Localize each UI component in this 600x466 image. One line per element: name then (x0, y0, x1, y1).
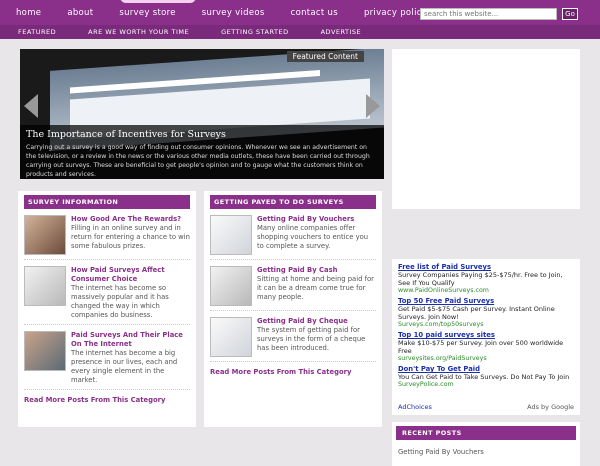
read-more-link[interactable]: Read More Posts From This Category (24, 396, 190, 404)
survey-information-column: SURVEY INFORMATION How Good Are The Rewa… (18, 191, 196, 427)
main-nav: home about survey store survey videos co… (10, 7, 433, 19)
read-more-link[interactable]: Read More Posts From This Category (210, 368, 376, 376)
post-title[interactable]: How Paid Surveys Affect Consumer Choice (71, 266, 190, 284)
nav-survey-store[interactable]: survey store (113, 7, 181, 19)
post-thumbnail[interactable] (210, 266, 252, 306)
list-item: Getting Paid By Vouchers Many online com… (210, 215, 376, 260)
featured-caption: The Importance of Incentives for Surveys… (20, 125, 384, 179)
ad-item: Top 10 paid surveys sites Make $10-$75 p… (398, 331, 574, 362)
ad-text: Make $10-$75 per Survey. Join over 500 w… (398, 339, 564, 355)
featured-title[interactable]: The Importance of Incentives for Surveys (26, 129, 378, 140)
post-thumbnail[interactable] (210, 215, 252, 255)
ad-item: Free list of Paid Surveys Survey Compani… (398, 263, 574, 294)
slider-prev-arrow-icon[interactable] (24, 94, 38, 118)
ad-text: You Can Get Paid to Take Surveys. Do Not… (398, 373, 570, 381)
post-title[interactable]: How Good Are The Rewards? (71, 215, 190, 224)
list-item: Paid Surveys And Their Place On The Inte… (24, 331, 190, 390)
featured-slider[interactable]: Featured Content The Importance of Incen… (20, 49, 384, 179)
recent-posts-widget: RECENT POSTS Getting Paid By Vouchers (392, 422, 580, 466)
ad-title[interactable]: Don't Pay To Get Paid (398, 365, 574, 373)
ad-title[interactable]: Top 50 Free Paid Surveys (398, 297, 574, 305)
ad-url[interactable]: surveysites.org/PaidSurveys (398, 355, 574, 362)
list-item: Getting Paid By Cash Sitting at home and… (210, 266, 376, 311)
ad-url[interactable]: SurveyPolice.com (398, 381, 574, 388)
ad-text: Get Paid $5-$75 Cash per Survey. Instant… (398, 305, 555, 321)
site-logo[interactable] (120, 0, 196, 3)
ad-title[interactable]: Top 10 paid surveys sites (398, 331, 574, 339)
list-item: How Paid Surveys Affect Consumer Choice … (24, 266, 190, 325)
ad-text: Survey Companies Paying $25-$75/hr. Free… (398, 271, 563, 287)
ad-item: Top 50 Free Paid Surveys Get Paid $5-$75… (398, 297, 574, 328)
post-title[interactable]: Paid Surveys And Their Place On The Inte… (71, 331, 190, 349)
column-heading: GETTING PAYED TO DO SURVEYS (210, 195, 376, 209)
recent-posts-heading: RECENT POSTS (396, 426, 576, 440)
nav-about[interactable]: about (61, 7, 99, 19)
post-title[interactable]: Getting Paid By Cash (257, 266, 376, 275)
header: home about survey store survey videos co… (0, 0, 600, 25)
ads-by-google-label[interactable]: Ads by Google (527, 403, 574, 411)
post-excerpt: Filling in an online survey and in retur… (71, 224, 190, 250)
google-ads-panel: Free list of Paid Surveys Survey Compani… (392, 259, 580, 415)
nav-home[interactable]: home (10, 7, 47, 19)
post-excerpt: The system of getting paid for surveys i… (257, 326, 366, 352)
post-title[interactable]: Getting Paid By Vouchers (257, 215, 376, 224)
subnav-advertise[interactable]: ADVERTISE (321, 28, 362, 36)
nav-contact-us[interactable]: contact us (285, 7, 344, 19)
getting-paid-column: GETTING PAYED TO DO SURVEYS Getting Paid… (204, 191, 382, 427)
ad-item: Don't Pay To Get Paid You Can Get Paid t… (398, 365, 574, 388)
subnav-getting-started[interactable]: GETTING STARTED (221, 28, 289, 36)
adchoices-icon[interactable]: AdChoices (398, 403, 432, 411)
search-input[interactable] (420, 8, 557, 20)
post-excerpt: The internet has become a big presence i… (71, 349, 178, 384)
post-excerpt: Many online companies offer shopping vou… (257, 224, 369, 250)
slider-next-arrow-icon[interactable] (366, 94, 380, 118)
post-thumbnail[interactable] (24, 331, 66, 371)
list-item: How Good Are The Rewards? Filling in an … (24, 215, 190, 260)
ad-title[interactable]: Free list of Paid Surveys (398, 263, 574, 271)
post-excerpt: The internet has become so massively pop… (71, 284, 169, 319)
sub-nav: FEATURED ARE WE WORTH YOUR TIME GETTING … (0, 25, 600, 39)
ad-url[interactable]: Surveys.com/top50surveys (398, 321, 574, 328)
ad-url[interactable]: www.PaidOnlineSurveys.com (398, 287, 574, 294)
post-thumbnail[interactable] (24, 266, 66, 306)
recent-post-link[interactable]: Getting Paid By Vouchers (398, 448, 574, 456)
subnav-worth-your-time[interactable]: ARE WE WORTH YOUR TIME (88, 28, 189, 36)
nav-survey-videos[interactable]: survey videos (196, 7, 271, 19)
post-thumbnail[interactable] (24, 215, 66, 255)
post-thumbnail[interactable] (210, 317, 252, 357)
column-heading: SURVEY INFORMATION (24, 195, 190, 209)
list-item: Getting Paid By Cheque The system of get… (210, 317, 376, 362)
page-body: Featured Content The Importance of Incen… (0, 39, 600, 466)
top-ad-slot[interactable] (392, 49, 580, 209)
search-go-button[interactable]: Go (562, 8, 578, 20)
subnav-featured[interactable]: FEATURED (18, 28, 56, 36)
featured-text: Carrying out a survey is a good way of f… (26, 144, 370, 178)
post-title[interactable]: Getting Paid By Cheque (257, 317, 376, 326)
featured-badge: Featured Content (286, 51, 364, 62)
post-excerpt: Sitting at home and being paid for it ca… (257, 275, 374, 301)
